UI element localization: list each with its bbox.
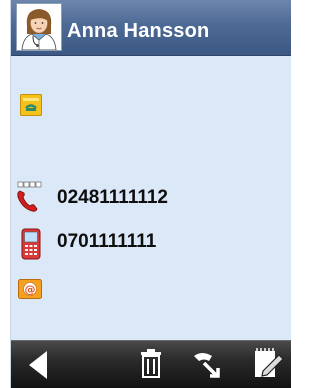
- landline-number: 02481111112: [57, 187, 168, 208]
- delete-button[interactable]: [129, 341, 173, 388]
- contact-details-screen: Anna Hansson 02481111112 0701111111 @: [10, 0, 291, 388]
- trash-icon: [141, 349, 161, 378]
- call-button[interactable]: [185, 341, 229, 388]
- avatar-icon: [16, 3, 62, 51]
- call-icon: [194, 353, 220, 378]
- svg-text:@: @: [25, 283, 36, 296]
- email-icon: @: [18, 278, 42, 305]
- email-row[interactable]: @: [11, 272, 291, 316]
- bottom-toolbar: [11, 340, 291, 388]
- edit-icon: [255, 348, 284, 377]
- back-arrow-icon: [29, 351, 47, 379]
- edit-button[interactable]: [247, 341, 291, 388]
- landline-row[interactable]: 02481111112: [11, 176, 291, 220]
- mobile-number: 0701111111: [57, 231, 157, 252]
- mobile-row[interactable]: 0701111111: [11, 220, 291, 264]
- contact-name: Anna Hansson: [67, 20, 210, 42]
- back-button[interactable]: [17, 341, 61, 388]
- address-card-icon: [20, 94, 42, 121]
- landline-phone-icon: [16, 180, 50, 219]
- contact-header: Anna Hansson: [11, 0, 291, 55]
- mobile-phone-icon: [21, 228, 41, 265]
- address-row[interactable]: [11, 84, 291, 128]
